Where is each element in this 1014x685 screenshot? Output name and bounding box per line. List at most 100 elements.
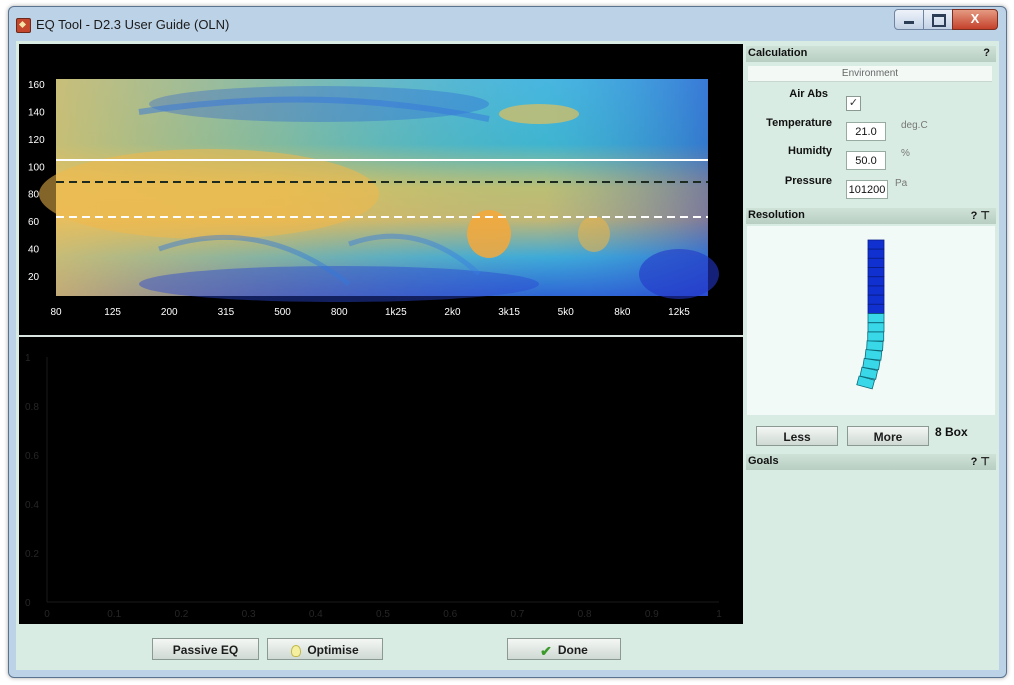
spectrogram-x-tick: 200 bbox=[161, 307, 178, 318]
spectrogram-plot[interactable]: 160 140 120 100 80 60 40 20 80 125 200 315 500 800 1k… bbox=[19, 44, 743, 335]
spectrogram-x-tick: 12k5 bbox=[668, 307, 690, 318]
bottom-plot-x-axis: 0 0.1 0.2 0.3 0.4 0.5 0.6 0.7 0.8 0.9 1 bbox=[44, 609, 722, 620]
spectrogram-y-axis: 160 140 120 100 80 60 40 20 bbox=[28, 80, 45, 283]
goals-title: Goals bbox=[748, 455, 779, 467]
maximize-button[interactable] bbox=[923, 9, 953, 30]
temperature-field[interactable]: 21.0 bbox=[846, 122, 886, 141]
plot-area: 160 140 120 100 80 60 40 20 80 125 200 315 500 800 1k… bbox=[19, 44, 743, 624]
resolution-header[interactable]: Resolution ? ⊤ bbox=[746, 208, 996, 224]
pressure-unit: Pa bbox=[895, 178, 908, 189]
minimize-button[interactable] bbox=[894, 9, 924, 30]
resolution-help-icon[interactable]: ? bbox=[971, 210, 978, 222]
humidity-field[interactable]: 50.0 bbox=[846, 151, 886, 170]
goals-header[interactable]: Goals ? ⊤ bbox=[746, 454, 996, 470]
resolution-box[interactable] bbox=[867, 267, 885, 277]
done-button[interactable]: ✔ Done bbox=[507, 638, 621, 660]
resolution-box[interactable] bbox=[867, 276, 885, 287]
bottom-plot-y-tick: 1 bbox=[25, 353, 31, 364]
resolution-pin-icon[interactable]: ⊤ bbox=[980, 210, 990, 222]
maximize-icon bbox=[932, 14, 946, 27]
spectrogram-y-tick: 60 bbox=[28, 217, 40, 228]
spectrogram-y-tick: 140 bbox=[28, 107, 45, 118]
spectrogram-x-tick: 1k25 bbox=[385, 307, 407, 318]
bottom-plot-x-tick: 0.9 bbox=[645, 609, 659, 620]
pressure-field[interactable]: 101200 bbox=[846, 180, 888, 199]
spectrogram-x-tick: 500 bbox=[274, 307, 291, 318]
app-window: EQ Tool - D2.3 User Guide (OLN) X 160 14… bbox=[8, 6, 1007, 678]
spectrogram-y-tick: 20 bbox=[28, 272, 40, 283]
spectrogram-x-tick: 3k15 bbox=[498, 307, 520, 318]
spectrogram-x-tick: 5k0 bbox=[558, 307, 575, 318]
resolution-box[interactable] bbox=[867, 331, 885, 342]
temperature-label: Temperature bbox=[766, 117, 832, 129]
resolution-box[interactable] bbox=[866, 340, 884, 352]
client-area: 160 140 120 100 80 60 40 20 80 125 200 315 500 800 1k… bbox=[16, 41, 999, 670]
humidity-unit: % bbox=[901, 148, 910, 159]
bottom-plot-x-tick: 0.3 bbox=[242, 609, 256, 620]
temperature-unit: deg.C bbox=[901, 120, 928, 131]
goals-area bbox=[747, 471, 995, 667]
bottom-plot-x-tick: 0.1 bbox=[107, 609, 121, 620]
spectrogram-y-tick: 160 bbox=[28, 80, 45, 91]
resolution-controls: ? ⊤ bbox=[971, 209, 990, 222]
resolution-box[interactable] bbox=[867, 294, 885, 305]
bottom-plot-y-tick: 0 bbox=[25, 598, 31, 609]
bottom-plot[interactable]: 1 0.8 0.6 0.4 0.2 0 0 0.1 0.2 0.3 0.4 0.5 0.6 0.7 0.8… bbox=[19, 337, 743, 624]
bottom-plot-x-tick: 0.2 bbox=[174, 609, 188, 620]
bottom-plot-x-tick: 0 bbox=[44, 609, 50, 620]
resolution-box[interactable] bbox=[867, 258, 885, 268]
goals-help-icon[interactable]: ? bbox=[971, 456, 978, 468]
window-title: EQ Tool - D2.3 User Guide (OLN) bbox=[36, 17, 230, 32]
bottom-plot-y-axis: 1 0.8 0.6 0.4 0.2 0 bbox=[25, 353, 719, 609]
less-button[interactable]: Less bbox=[756, 426, 838, 446]
spectrogram-x-tick: 80 bbox=[50, 307, 62, 318]
bottom-plot-x-tick: 0.6 bbox=[443, 609, 457, 620]
bottom-plot-x-tick: 0.4 bbox=[309, 609, 323, 620]
minimize-icon bbox=[904, 21, 914, 24]
pressure-label: Pressure bbox=[784, 175, 832, 187]
calculation-help-icon[interactable]: ? bbox=[983, 47, 990, 59]
bottom-plot-y-tick: 0.4 bbox=[25, 500, 39, 511]
resolution-box[interactable] bbox=[867, 313, 885, 323]
spectrogram-image bbox=[39, 79, 719, 302]
box-count-label: 8 Box bbox=[935, 425, 968, 439]
spectrogram-x-tick: 800 bbox=[331, 307, 348, 318]
resolution-box[interactable] bbox=[867, 322, 885, 333]
optimise-label: Optimise bbox=[307, 643, 359, 657]
bottom-plot-x-tick: 0.8 bbox=[578, 609, 592, 620]
resolution-array-graphic[interactable] bbox=[747, 226, 995, 415]
app-icon bbox=[16, 18, 31, 33]
window-controls: X bbox=[894, 9, 998, 31]
close-button[interactable]: X bbox=[952, 9, 998, 30]
bottom-plot-x-tick: 0.5 bbox=[376, 609, 390, 620]
resolution-box-stack bbox=[856, 239, 885, 390]
air-abs-checkbox[interactable]: ✓ bbox=[846, 96, 861, 111]
air-abs-label: Air Abs bbox=[789, 88, 828, 100]
resolution-box[interactable] bbox=[867, 285, 885, 296]
humidity-label: Humidty bbox=[788, 145, 832, 157]
spectrogram-x-tick: 2k0 bbox=[444, 307, 461, 318]
spectrogram-y-tick: 120 bbox=[28, 135, 45, 146]
goals-controls: ? ⊤ bbox=[971, 455, 990, 468]
spectrogram-x-tick: 315 bbox=[218, 307, 235, 318]
calculation-header[interactable]: Calculation ? bbox=[746, 46, 996, 62]
passive-eq-button[interactable]: Passive EQ bbox=[152, 638, 259, 660]
resolution-title: Resolution bbox=[748, 209, 805, 221]
resolution-box[interactable] bbox=[867, 239, 885, 250]
close-icon: X bbox=[970, 11, 980, 26]
resolution-box[interactable] bbox=[867, 304, 885, 314]
checkmark-icon: ✔ bbox=[540, 642, 552, 659]
title-bar[interactable]: EQ Tool - D2.3 User Guide (OLN) X bbox=[9, 7, 1006, 37]
spectrogram-y-tick: 80 bbox=[28, 190, 40, 201]
spectrogram-x-axis: 80 125 200 315 500 800 1k25 2k0 3k15 5k0 8k0 12k5 bbox=[50, 307, 690, 318]
resolution-box[interactable] bbox=[867, 248, 885, 259]
goals-pin-icon[interactable]: ⊤ bbox=[980, 456, 990, 468]
more-button[interactable]: More bbox=[847, 426, 929, 446]
spectrogram-x-tick: 8k0 bbox=[614, 307, 631, 318]
bottom-plot-x-tick: 0.7 bbox=[510, 609, 524, 620]
spectrogram-y-tick: 40 bbox=[28, 245, 40, 256]
bottom-plot-y-tick: 0.8 bbox=[25, 402, 39, 413]
bottom-plot-y-tick: 0.2 bbox=[25, 549, 39, 560]
done-label: Done bbox=[557, 643, 588, 657]
optimise-button[interactable]: Optimise bbox=[267, 638, 383, 660]
